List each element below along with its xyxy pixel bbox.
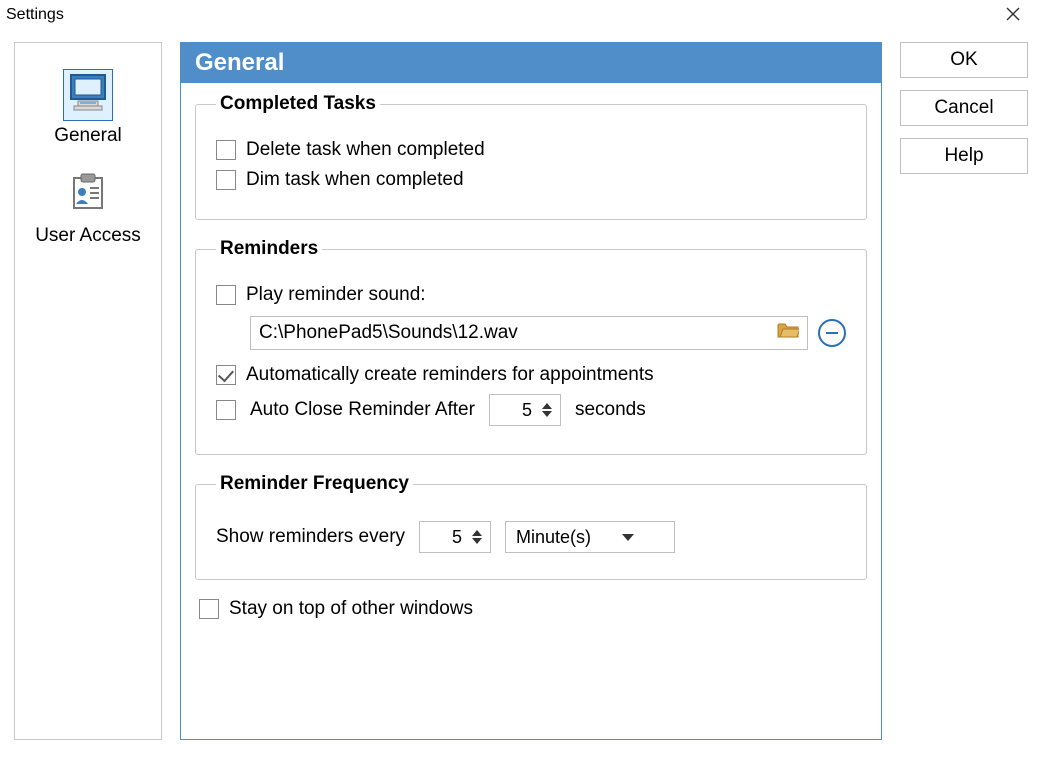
content-panel: General Completed Tasks Delete task when… [180, 42, 882, 740]
auto-create-reminders-label: Automatically create reminders for appoi… [246, 364, 654, 386]
sidebar-item-user-access[interactable]: User Access [31, 167, 145, 249]
chevron-down-icon [622, 534, 634, 541]
sidebar-item-label: User Access [35, 225, 141, 247]
delete-task-label: Delete task when completed [246, 139, 485, 161]
group-reminders: Reminders Play reminder sound: C:\PhoneP… [195, 238, 867, 455]
group-completed-tasks: Completed Tasks Delete task when complet… [195, 93, 867, 220]
ok-button[interactable]: OK [900, 42, 1028, 78]
frequency-value-spinner[interactable] [419, 521, 491, 553]
dim-task-label: Dim task when completed [246, 169, 464, 191]
dim-task-checkbox[interactable] [216, 170, 236, 190]
group-legend: Reminder Frequency [216, 473, 413, 495]
auto-close-label: Auto Close Reminder After [250, 399, 475, 421]
stay-on-top-checkbox[interactable] [199, 599, 219, 619]
clear-path-icon[interactable] [818, 319, 846, 347]
auto-close-checkbox[interactable] [216, 400, 236, 420]
monitor-icon [63, 69, 113, 121]
clipboard-user-icon [63, 169, 113, 221]
spinner-up-icon[interactable] [472, 530, 482, 536]
cancel-button[interactable]: Cancel [900, 90, 1028, 126]
play-sound-checkbox[interactable] [216, 285, 236, 305]
delete-task-checkbox[interactable] [216, 140, 236, 160]
group-legend: Completed Tasks [216, 93, 380, 115]
sidebar-item-general[interactable]: General [50, 67, 126, 149]
frequency-label: Show reminders every [216, 526, 405, 548]
auto-close-seconds-input[interactable] [490, 400, 538, 421]
auto-create-reminders-checkbox[interactable] [216, 365, 236, 385]
frequency-unit-text: Minute(s) [516, 527, 591, 548]
content-title: General [181, 43, 881, 83]
sound-path-field[interactable]: C:\PhonePad5\Sounds\12.wav [250, 316, 808, 350]
auto-close-seconds-spinner[interactable] [489, 394, 561, 426]
dialog-buttons: OK Cancel Help [900, 42, 1028, 740]
help-button[interactable]: Help [900, 138, 1028, 174]
sound-path-text: C:\PhonePad5\Sounds\12.wav [259, 322, 769, 344]
spinner-down-icon[interactable] [472, 538, 482, 544]
sidebar-item-label: General [54, 125, 122, 147]
titlebar: Settings [0, 0, 1038, 30]
frequency-value-input[interactable] [420, 527, 468, 548]
stay-on-top-label: Stay on top of other windows [229, 598, 473, 620]
group-reminder-frequency: Reminder Frequency Show reminders every … [195, 473, 867, 580]
close-icon[interactable] [998, 3, 1028, 28]
frequency-unit-select[interactable]: Minute(s) [505, 521, 675, 553]
auto-close-unit: seconds [575, 399, 646, 421]
play-sound-label: Play reminder sound: [246, 284, 426, 306]
sidebar: General User Access [14, 42, 162, 740]
spinner-up-icon[interactable] [542, 403, 552, 409]
group-legend: Reminders [216, 238, 322, 260]
folder-icon[interactable] [777, 321, 799, 345]
window-title: Settings [6, 6, 64, 24]
spinner-down-icon[interactable] [542, 411, 552, 417]
